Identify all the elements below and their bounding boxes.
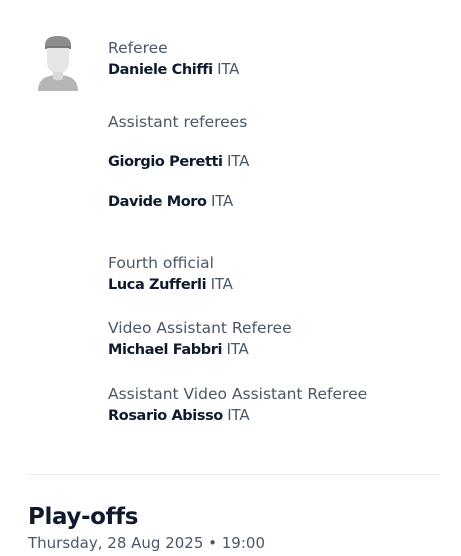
var-person[interactable]: Michael Fabbri ITA (108, 339, 292, 361)
avar-name[interactable]: Rosario Abisso (108, 408, 223, 424)
assistant-referee-2-nationality: ITA (211, 192, 234, 210)
var-nationality: ITA (226, 340, 249, 358)
fourth-official-nationality: ITA (210, 275, 233, 293)
assistant-referee-1-person[interactable]: Giorgio Peretti ITA (108, 151, 249, 173)
avar-entry: Assistant Video Assistant Referee Rosari… (108, 384, 367, 427)
match-stage-title: Play-offs (28, 504, 138, 530)
var-entry: Video Assistant Referee Michael Fabbri I… (108, 318, 292, 361)
assistant-referee-1-name[interactable]: Giorgio Peretti (108, 154, 223, 170)
referee-avatar-icon (34, 33, 82, 91)
referee-name[interactable]: Daniele Chiffi (108, 62, 213, 78)
fourth-official-person[interactable]: Luca Zufferli ITA (108, 274, 233, 296)
assistants-role-label: Assistant referees (108, 113, 248, 131)
assistant-referee-1-nationality: ITA (227, 152, 250, 170)
var-name[interactable]: Michael Fabbri (108, 342, 222, 358)
var-role-label: Video Assistant Referee (108, 319, 292, 337)
match-date: Thursday, 28 Aug 2025 • 19:00 (28, 534, 265, 552)
assistant-referee-2-person[interactable]: Davide Moro ITA (108, 191, 233, 213)
assistant-referee-2-name[interactable]: Davide Moro (108, 194, 207, 210)
section-divider (28, 474, 440, 475)
fourth-official-entry: Fourth official Luca Zufferli ITA (108, 253, 233, 296)
referee-role-label: Referee (108, 39, 168, 57)
referee-nationality: ITA (217, 60, 240, 78)
referee-entry: Referee Daniele Chiffi ITA (108, 38, 239, 81)
assistant-referee-1-entry: Giorgio Peretti ITA (108, 151, 249, 173)
avar-role-label: Assistant Video Assistant Referee (108, 385, 368, 403)
referee-person[interactable]: Daniele Chiffi ITA (108, 59, 239, 81)
avar-nationality: ITA (227, 406, 250, 424)
assistant-referee-2-entry: Davide Moro ITA (108, 191, 233, 213)
assistant-referees-heading: Assistant referees (108, 112, 247, 133)
fourth-official-role-label: Fourth official (108, 254, 214, 272)
avar-person[interactable]: Rosario Abisso ITA (108, 405, 367, 427)
fourth-official-name[interactable]: Luca Zufferli (108, 277, 207, 293)
